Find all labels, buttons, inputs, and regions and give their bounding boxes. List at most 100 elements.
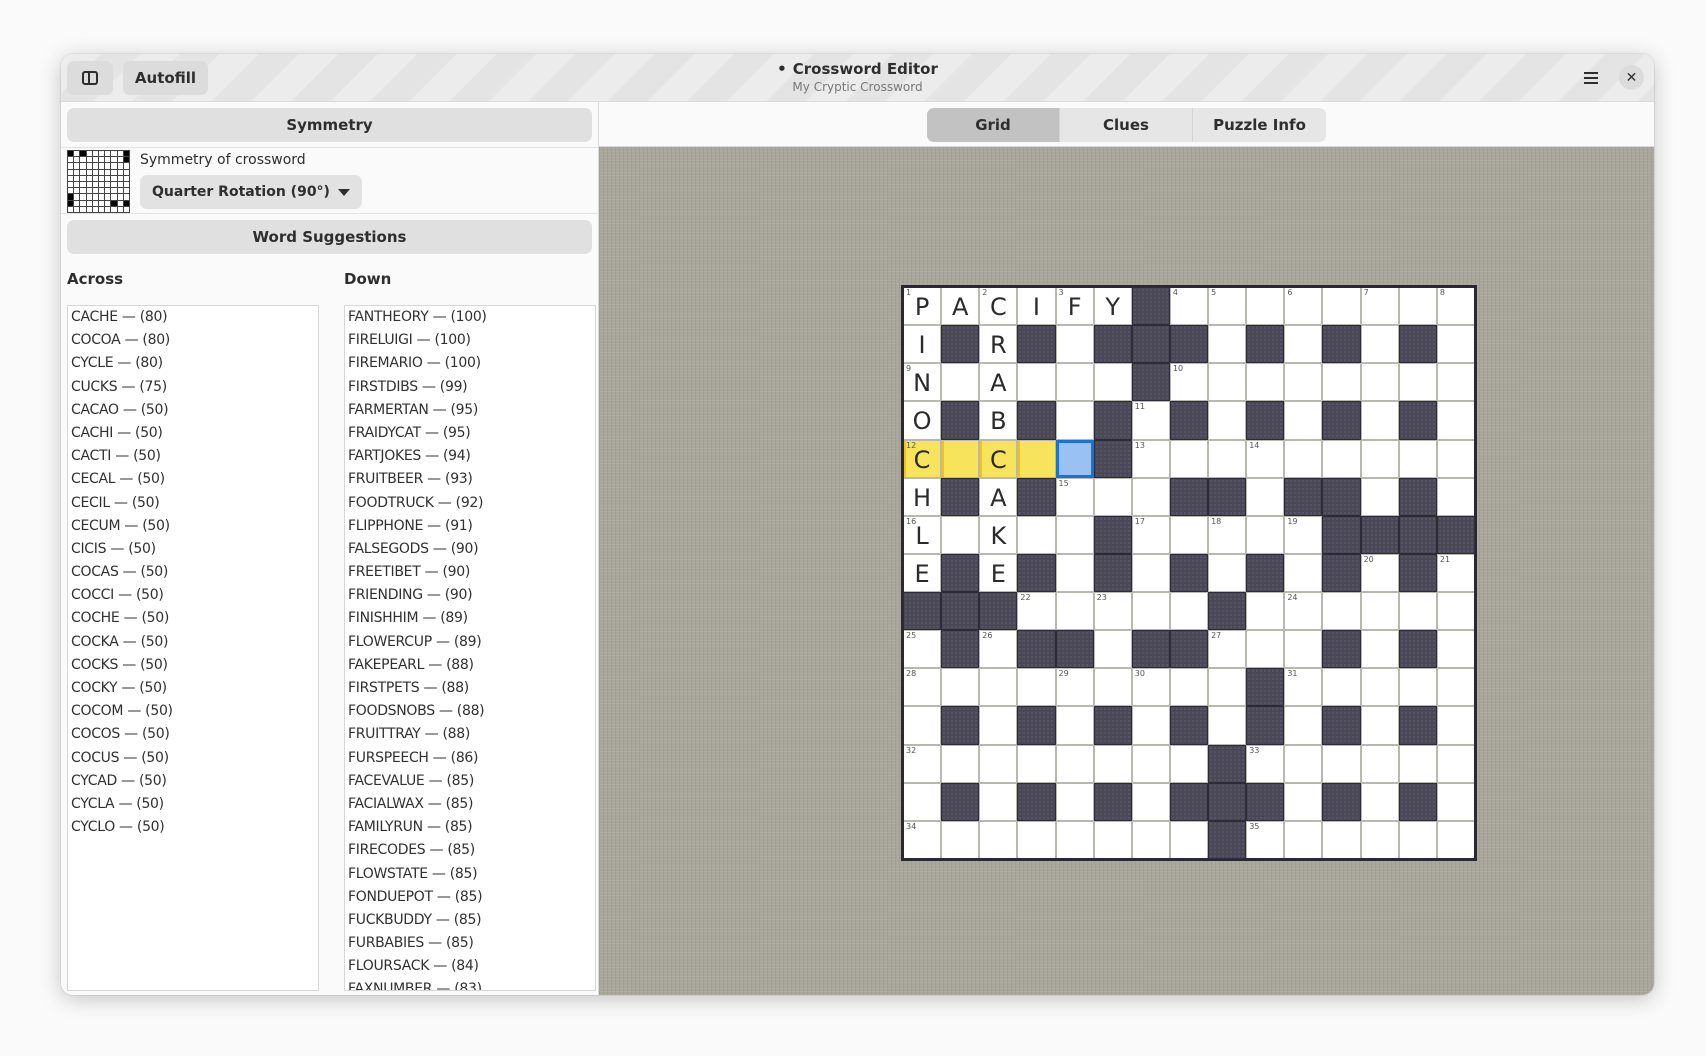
grid-cell[interactable]: [1361, 440, 1398, 477]
grid-cell[interactable]: [942, 516, 979, 553]
block-cell[interactable]: [1398, 515, 1437, 554]
block-cell[interactable]: [1398, 553, 1437, 593]
grid-cell[interactable]: A: [980, 364, 1017, 401]
grid-cell[interactable]: [1247, 364, 1284, 401]
grid-cell[interactable]: [1094, 631, 1131, 668]
grid-cell[interactable]: [1056, 554, 1093, 592]
grid-cell[interactable]: O: [904, 402, 941, 439]
block-cell[interactable]: [1169, 477, 1209, 516]
suggestion-item[interactable]: FALSEGODS — (90): [345, 538, 595, 561]
block-cell[interactable]: [1322, 630, 1361, 669]
grid-cell[interactable]: [1094, 478, 1131, 515]
suggestion-item[interactable]: COCKY — (50): [68, 677, 318, 700]
grid-cell[interactable]: [1285, 554, 1322, 592]
suggestion-item[interactable]: FRAIDYCAT — (95): [345, 422, 595, 445]
grid-cell[interactable]: [1209, 440, 1246, 477]
grid-cell[interactable]: 32: [904, 745, 941, 782]
block-cell[interactable]: [1246, 401, 1285, 440]
block-cell[interactable]: [1322, 401, 1361, 440]
suggestion-item[interactable]: FARMERTAN — (95): [345, 399, 595, 422]
grid-cell[interactable]: 28: [904, 669, 941, 706]
suggestion-item[interactable]: FIRELUIGI — (100): [345, 329, 595, 352]
grid-cell[interactable]: [1285, 821, 1322, 858]
suggestion-item[interactable]: CECUM — (50): [68, 515, 318, 538]
grid-cell[interactable]: [1437, 631, 1474, 668]
tab-clues[interactable]: Clues: [1060, 108, 1193, 142]
grid-cell[interactable]: [1018, 669, 1055, 706]
grid-cell[interactable]: [1361, 745, 1398, 782]
block-cell[interactable]: [1284, 477, 1323, 516]
block-cell[interactable]: [941, 630, 980, 669]
grid-cell[interactable]: 4: [1170, 288, 1208, 325]
block-cell[interactable]: [1246, 706, 1285, 745]
suggestion-item[interactable]: FLIPPHONE — (91): [345, 515, 595, 538]
grid-cell[interactable]: [1323, 440, 1360, 477]
across-suggestions-list[interactable]: CACHE — (80) COCOA — (80) CYCLE — (80) CUCK…: [67, 305, 319, 991]
grid-cell[interactable]: 31: [1285, 669, 1322, 706]
block-cell[interactable]: [1017, 782, 1056, 821]
grid-cell[interactable]: [1399, 669, 1436, 706]
block-cell[interactable]: [941, 782, 980, 821]
grid-cell[interactable]: 20: [1361, 554, 1398, 592]
grid-cell[interactable]: [1170, 516, 1208, 553]
grid-cell[interactable]: 14: [1247, 440, 1284, 477]
grid-cell[interactable]: [1209, 402, 1246, 439]
block-cell[interactable]: [1131, 325, 1170, 364]
block-cell[interactable]: [1017, 553, 1056, 593]
block-cell[interactable]: [1360, 515, 1399, 554]
block-cell[interactable]: [1131, 363, 1170, 402]
grid-cell[interactable]: [1437, 821, 1474, 858]
block-cell[interactable]: [1017, 706, 1056, 745]
grid-cell[interactable]: [980, 745, 1017, 782]
suggestion-item[interactable]: FUCKBUDDY — (85): [345, 909, 595, 932]
grid-cell[interactable]: 7: [1361, 288, 1398, 325]
block-cell[interactable]: [1208, 820, 1247, 860]
grid-cell[interactable]: [1323, 669, 1360, 706]
suggestion-item[interactable]: COCOS — (50): [68, 723, 318, 746]
block-cell[interactable]: [1017, 477, 1056, 516]
block-cell[interactable]: [1169, 782, 1209, 821]
grid-cell[interactable]: [942, 440, 979, 477]
grid-cell[interactable]: [1056, 593, 1093, 630]
grid-cell[interactable]: [980, 783, 1017, 820]
grid-cell[interactable]: [1094, 745, 1131, 782]
suggestion-item[interactable]: FRIENDING — (90): [345, 584, 595, 607]
block-cell[interactable]: [1093, 515, 1132, 554]
suggestion-item[interactable]: FONDUEPOT — (85): [345, 886, 595, 909]
grid-cell[interactable]: [1018, 516, 1055, 553]
grid-cell[interactable]: [1247, 631, 1284, 668]
grid-cell[interactable]: [1399, 745, 1436, 782]
grid-cell[interactable]: 12 C: [904, 440, 941, 477]
grid-cell[interactable]: [1132, 554, 1169, 592]
grid-cell[interactable]: [942, 669, 979, 706]
block-cell[interactable]: [1093, 782, 1132, 821]
grid-cell[interactable]: [1285, 326, 1322, 363]
grid-cell[interactable]: [1437, 326, 1474, 363]
suggestion-item[interactable]: CICIS — (50): [68, 538, 318, 561]
block-cell[interactable]: [1398, 401, 1437, 440]
block-cell[interactable]: [1093, 439, 1132, 478]
grid-cell[interactable]: 33: [1247, 745, 1284, 782]
grid-cell[interactable]: [1018, 440, 1055, 477]
suggestion-item[interactable]: FRUITBEER — (93): [345, 468, 595, 491]
block-cell[interactable]: [1055, 630, 1094, 669]
grid-cell[interactable]: [1247, 516, 1284, 553]
suggestion-item[interactable]: FURSPEECH — (86): [345, 747, 595, 770]
grid-cell[interactable]: A: [942, 288, 979, 325]
suggestion-item[interactable]: FIRECODES — (85): [345, 839, 595, 862]
grid-cell[interactable]: [1437, 745, 1474, 782]
grid-cell[interactable]: 15: [1056, 478, 1093, 515]
grid-cell[interactable]: [1209, 707, 1246, 744]
grid-cell[interactable]: [1247, 593, 1284, 630]
grid-cell[interactable]: [1285, 402, 1322, 439]
grid-cell[interactable]: [1361, 402, 1398, 439]
suggestion-item[interactable]: CYCLA — (50): [68, 793, 318, 816]
grid-cell[interactable]: [1323, 821, 1360, 858]
grid-cell[interactable]: H: [904, 478, 941, 515]
block-cell[interactable]: [1017, 325, 1056, 364]
grid-cell[interactable]: 9N: [904, 364, 941, 401]
grid-cell[interactable]: [1132, 821, 1169, 858]
grid-cell[interactable]: E: [904, 554, 941, 592]
grid-cell[interactable]: [1056, 745, 1093, 782]
grid-cell[interactable]: [1209, 669, 1246, 706]
